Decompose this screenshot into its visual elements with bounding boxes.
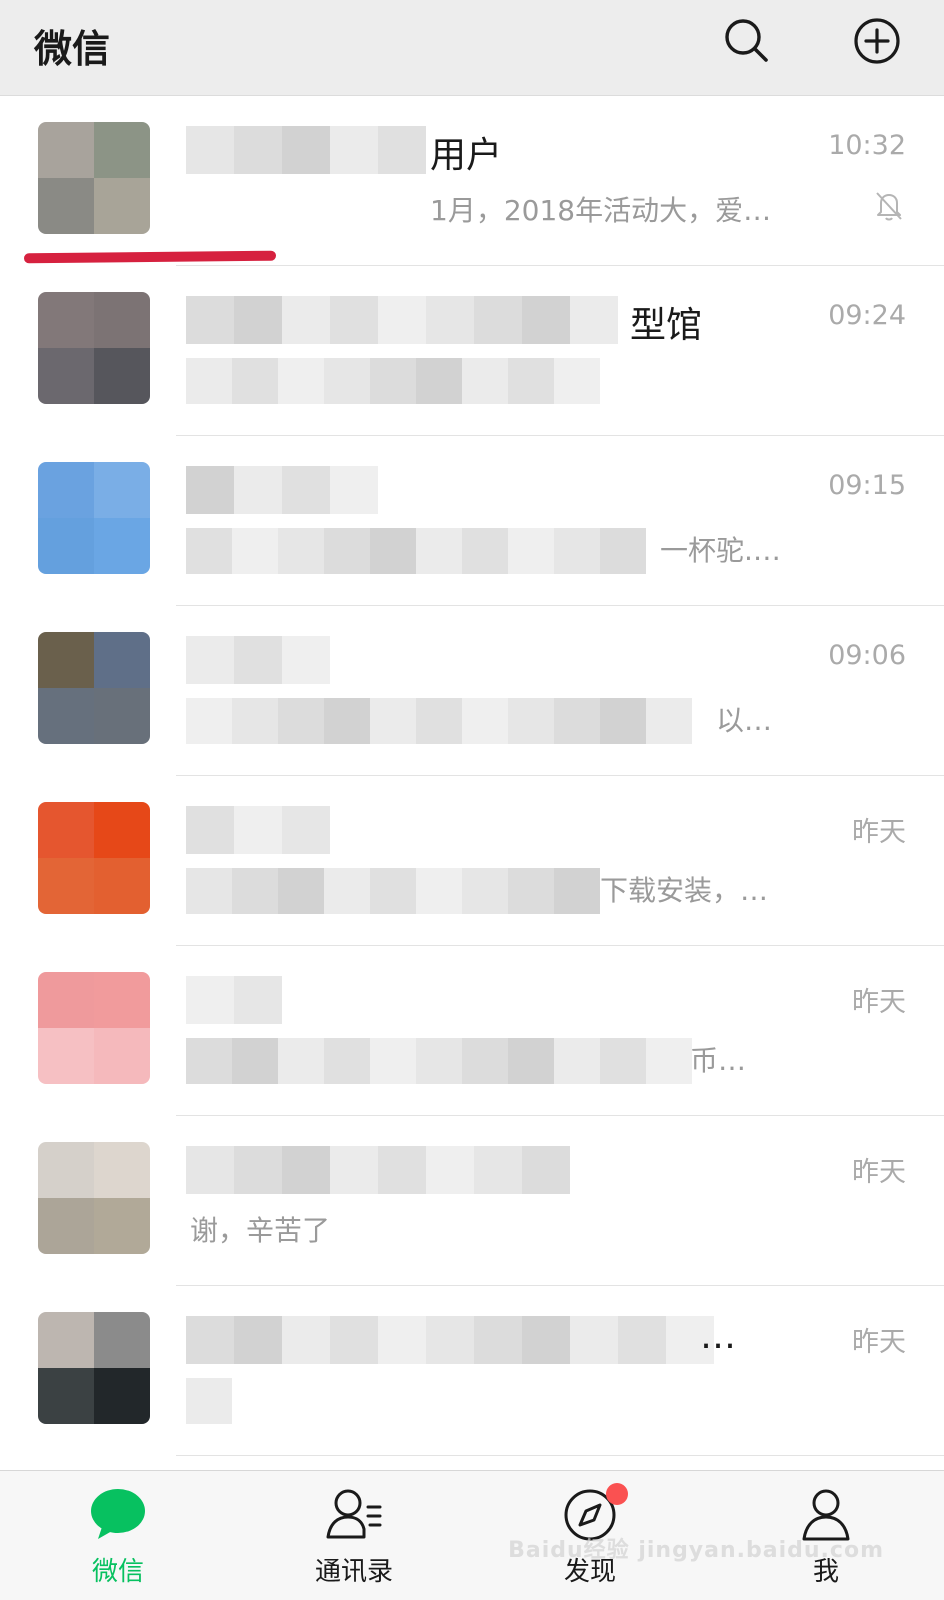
chat-name: 型馆 [630, 305, 703, 346]
search-icon[interactable] [722, 16, 772, 66]
name-mosaic [186, 1316, 714, 1364]
chat-row[interactable]: 币… 昨天 [0, 946, 944, 1116]
chat-time: 昨天 [852, 1157, 906, 1188]
avatar [38, 122, 150, 234]
preview-mosaic [186, 698, 692, 744]
preview-mosaic [186, 358, 600, 404]
chat-row[interactable]: 下载安装，… 昨天 [0, 776, 944, 946]
chat-list: 用户 1月，2018年活动大，爱… 10:32 型馆 09:24 一杯驼.… 09:15 以…… [0, 96, 944, 1456]
avatar [38, 1312, 150, 1424]
chat-row[interactable]: 用户 1月，2018年活动大，爱… 10:32 [0, 96, 944, 266]
chat-preview: 一杯驼.… [660, 534, 781, 567]
avatar [38, 972, 150, 1084]
row-divider [176, 1455, 944, 1456]
chat-row[interactable]: 以… 09:06 [0, 606, 944, 776]
preview-mosaic [186, 868, 600, 914]
chat-preview: 下载安装，… [600, 874, 769, 907]
tab-contacts[interactable]: 通讯录 [274, 1471, 434, 1600]
watermark: Baidu经验 jingyan.baidu.com [508, 1538, 884, 1563]
chat-preview: 以… [716, 704, 773, 737]
contacts-icon [326, 1489, 382, 1539]
chat-time: 09:06 [828, 640, 906, 671]
avatar [38, 292, 150, 404]
chat-preview: 谢，辛苦了 [190, 1214, 331, 1247]
chat-time: 09:15 [828, 470, 906, 501]
chat-time: 昨天 [852, 987, 906, 1018]
chat-bubble-icon [91, 1489, 145, 1539]
name-mosaic [186, 126, 426, 174]
chat-preview: 1月，2018年活动大，爱… [430, 194, 772, 227]
chat-time: 10:32 [828, 130, 906, 161]
preview-mosaic [186, 528, 646, 574]
avatar [38, 1142, 150, 1254]
name-mosaic [186, 296, 618, 344]
name-mosaic [186, 806, 330, 854]
avatar [38, 462, 150, 574]
chat-row[interactable]: … 昨天 [0, 1286, 944, 1456]
chat-preview: 币… [690, 1044, 747, 1077]
top-bar: 微信 [0, 0, 944, 96]
chat-time: 昨天 [852, 1327, 906, 1358]
name-mosaic [186, 466, 378, 514]
chat-row[interactable]: 型馆 09:24 [0, 266, 944, 436]
tab-wechat[interactable]: 微信 [38, 1471, 198, 1600]
preview-mosaic [186, 1038, 692, 1084]
name-mosaic [186, 1146, 570, 1194]
tab-label: 微信 [91, 1557, 144, 1587]
chat-row[interactable]: 谢，辛苦了 昨天 [0, 1116, 944, 1286]
name-mosaic [186, 636, 330, 684]
chat-name: 用户 [430, 135, 503, 176]
chat-name: … [700, 1316, 736, 1357]
name-mosaic [186, 976, 282, 1024]
mute-bell-icon [876, 192, 902, 221]
chat-time: 昨天 [852, 817, 906, 848]
avatar [38, 632, 150, 744]
notification-dot [606, 1483, 628, 1505]
chat-row[interactable]: 一杯驼.… 09:15 [0, 436, 944, 606]
avatar [38, 802, 150, 914]
app-title: 微信 [34, 27, 111, 71]
chat-time: 09:24 [828, 300, 906, 331]
tab-label: 通讯录 [314, 1557, 393, 1587]
add-icon[interactable] [852, 16, 902, 66]
preview-mosaic [186, 1378, 232, 1424]
